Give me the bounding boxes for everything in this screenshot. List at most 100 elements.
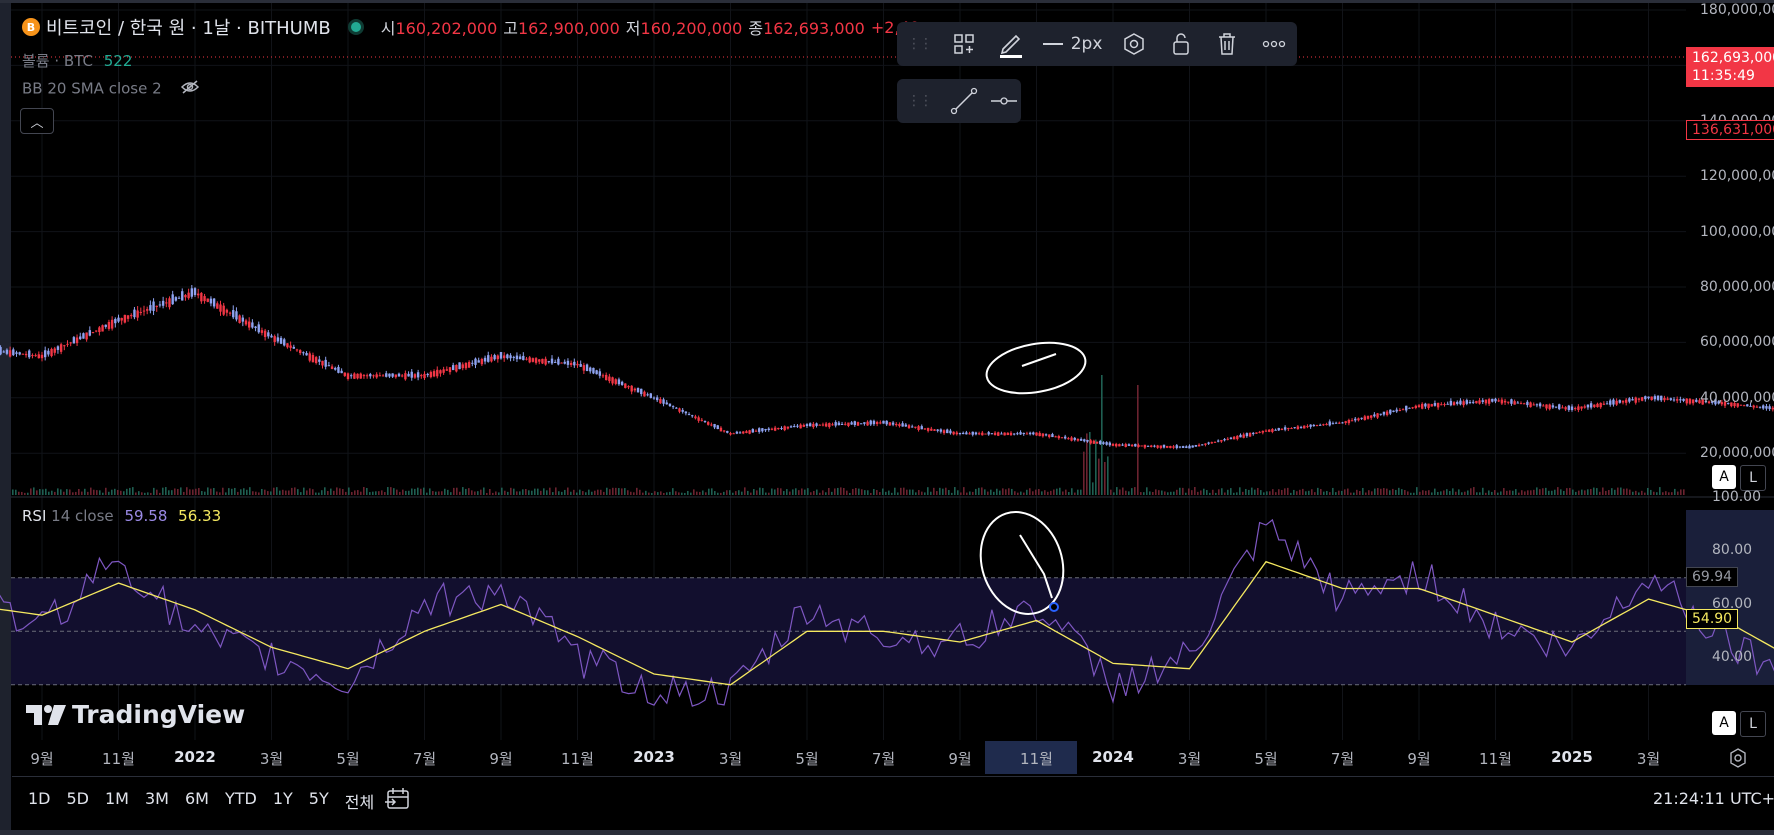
grip-icon[interactable]: ⋮⋮ xyxy=(907,93,933,109)
candle-body xyxy=(1079,438,1083,441)
volume-bar xyxy=(465,488,467,495)
range-button-1d[interactable]: 1D xyxy=(28,789,51,813)
candle-body xyxy=(1580,406,1583,409)
symbol-title[interactable]: 비트코인 / 한국 원 · 1날 · BITHUMB xyxy=(46,14,331,40)
candle-body xyxy=(1150,445,1153,448)
volume-bar xyxy=(669,491,671,495)
volume-legend[interactable]: 볼륨 · BTC 522 xyxy=(22,50,132,71)
volume-bar xyxy=(1278,489,1280,495)
trash-icon[interactable] xyxy=(1204,22,1250,66)
candle-body xyxy=(655,397,659,401)
volume-bar xyxy=(114,488,116,495)
volume-bar xyxy=(336,487,338,495)
volume-bar xyxy=(471,490,473,495)
log-scale-button[interactable]: L xyxy=(1740,465,1766,491)
range-button-1y[interactable]: 1Y xyxy=(273,789,293,813)
add-object-icon[interactable] xyxy=(941,22,987,66)
eye-hidden-icon[interactable] xyxy=(180,79,200,99)
drawing-anchor-handle[interactable] xyxy=(1049,602,1059,612)
candle-body xyxy=(1204,443,1207,445)
tradingview-logo[interactable]: TradingView xyxy=(26,700,245,729)
candle-body xyxy=(815,423,818,426)
candle-body xyxy=(1054,436,1057,438)
volume-bar xyxy=(1383,488,1385,495)
time-axis-label: 5월 xyxy=(336,750,360,768)
volume-bar xyxy=(936,491,938,495)
volume-bar xyxy=(1416,487,1418,495)
volume-bar xyxy=(1344,489,1346,495)
ohlc-low: 저160,200,000 xyxy=(625,19,743,38)
candle-body xyxy=(413,374,417,378)
volume-bar xyxy=(1215,492,1217,495)
calendar-goto-icon[interactable] xyxy=(385,786,411,812)
volume-bar xyxy=(528,490,530,495)
volume-bar xyxy=(1545,487,1547,495)
volume-bar xyxy=(1065,489,1067,495)
auto-scale-button[interactable]: A xyxy=(1712,465,1736,489)
volume-bar xyxy=(1179,487,1181,495)
volume-bar xyxy=(1530,490,1532,495)
candle-body xyxy=(1615,400,1618,405)
settings-hexagon-icon[interactable] xyxy=(1111,22,1157,66)
candle-body xyxy=(1153,445,1156,447)
volume-bar xyxy=(273,487,275,495)
range-button-5y[interactable]: 5Y xyxy=(309,789,329,813)
volume-bar xyxy=(42,489,44,495)
rsi-log-scale-button[interactable]: L xyxy=(1740,711,1766,737)
candle-body xyxy=(474,358,477,365)
candle-body xyxy=(1392,410,1395,412)
volume-bar xyxy=(573,489,575,495)
volume-bar xyxy=(90,487,92,495)
candle-body xyxy=(525,358,528,360)
chart-canvas[interactable] xyxy=(0,0,1774,835)
bb-legend[interactable]: BB 20 SMA close 2 xyxy=(22,79,200,99)
candle-body xyxy=(181,291,184,301)
horizontal-ray-icon[interactable] xyxy=(987,79,1021,123)
range-button-3m[interactable]: 3M xyxy=(145,789,169,813)
settings-gear-icon[interactable] xyxy=(1728,748,1748,772)
candle-body xyxy=(528,357,531,363)
candle-body xyxy=(1621,400,1625,403)
volume-bar xyxy=(810,492,812,495)
candle-body xyxy=(1443,404,1446,406)
candle-body xyxy=(977,433,981,435)
grip-icon[interactable]: ⋮⋮ xyxy=(907,36,933,52)
more-icon[interactable] xyxy=(1251,22,1297,66)
lock-icon[interactable] xyxy=(1158,22,1204,66)
volume-bar xyxy=(1059,487,1061,495)
volume-bar xyxy=(933,487,935,495)
trend-line-icon[interactable] xyxy=(941,79,987,123)
volume-bar xyxy=(1368,490,1370,495)
market-status-icon[interactable] xyxy=(350,22,361,32)
rsi-auto-scale-button[interactable]: A xyxy=(1712,711,1736,735)
range-button-5d[interactable]: 5D xyxy=(67,789,90,813)
clock[interactable]: 21:24:11 UTC+9 xyxy=(1653,789,1774,808)
candle-body xyxy=(831,424,834,426)
candle-body xyxy=(158,304,162,306)
candle-body xyxy=(767,428,770,430)
range-button-전체[interactable]: 전체 xyxy=(345,789,374,813)
drawing-stroke-price[interactable] xyxy=(1021,353,1057,367)
candle-body xyxy=(751,429,755,433)
volume-bar xyxy=(1476,492,1478,495)
pencil-icon[interactable] xyxy=(987,22,1033,66)
candle-body xyxy=(1369,415,1373,418)
range-button-ytd[interactable]: YTD xyxy=(225,789,257,813)
line-width-button[interactable]: 2px xyxy=(1034,22,1111,66)
candle-body xyxy=(566,360,570,365)
volume-bar xyxy=(1164,491,1166,495)
volume-bar xyxy=(1491,491,1493,495)
range-button-6m[interactable]: 6M xyxy=(185,789,209,813)
candle-body xyxy=(391,373,394,377)
candle-body xyxy=(1389,409,1392,414)
volume-bar xyxy=(192,489,194,495)
volume-bar xyxy=(1434,488,1436,495)
collapse-legend-button[interactable]: ︿ xyxy=(20,108,54,134)
candle-body xyxy=(426,373,429,376)
volume-bar xyxy=(819,492,821,495)
rsi-legend[interactable]: RSI 14 close 59.58 56.33 xyxy=(22,507,221,525)
volume-bar xyxy=(378,491,380,495)
range-button-1m[interactable]: 1M xyxy=(105,789,129,813)
volume-bar xyxy=(645,490,647,495)
volume-bar xyxy=(261,488,263,495)
